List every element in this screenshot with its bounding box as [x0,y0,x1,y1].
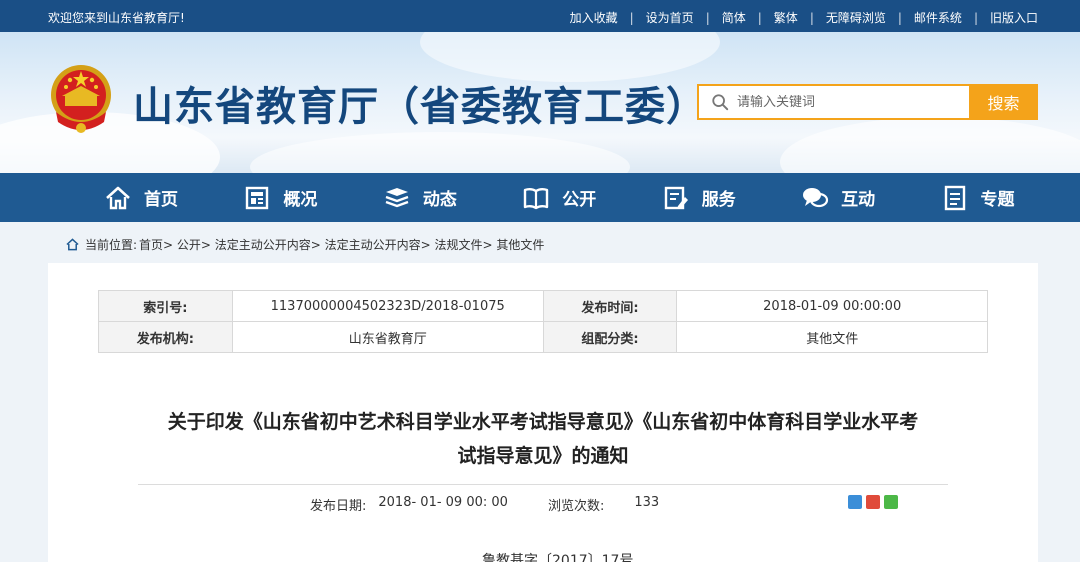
nav-label: 概况 [283,190,318,210]
search-icon [712,94,729,111]
nav-label: 专题 [980,190,1015,210]
nav-label: 动态 [422,190,457,210]
nav-item-overview[interactable]: 概况 [243,173,382,222]
search-button[interactable]: 搜索 [969,84,1038,120]
divider [138,484,948,485]
breadcrumb-prefix: 当前位置: [85,238,138,252]
document-number: 鲁教基字〔2017〕17号 [482,553,634,562]
nav-item-service[interactable]: 服务 [662,173,801,222]
nav-label: 互动 [841,190,876,210]
top-link-mail[interactable]: 邮件系统 [914,9,962,26]
publish-time-value: 2018-01-09 00:00:00 [676,290,988,322]
topic-icon [944,185,965,210]
document-title: 关于印发《山东省初中艺术科目学业水平考试指导意见》《山东省初中体育科目学业水平考… [118,405,968,473]
wechat-share-icon[interactable] [884,495,898,509]
top-link-accessibility[interactable]: 无障碍浏览 [826,9,886,26]
top-link-old-version[interactable]: 旧版入口 [990,9,1038,26]
news-icon [385,187,409,207]
weibo-share-icon[interactable] [866,495,880,509]
top-bar: 欢迎您来到山东省教育厅! 加入收藏 | 设为首页 | 简体 | 繁体 | 无障碍浏览 | … [0,0,1080,32]
nav-item-topics[interactable]: 专题 [941,173,1080,222]
top-links: 加入收藏 | 设为首页 | 简体 | 繁体 | 无障碍浏览 | 邮件系统 | 旧版入口 [569,9,1038,26]
site-title: 山东省教育厅（省委教育工委） [133,84,707,130]
top-link-favorite[interactable]: 加入收藏 [570,9,618,26]
search-bar: 搜索 [697,84,1038,120]
date-value: 2018- 01- 09 00: 00 [378,495,508,510]
top-link-simplified[interactable]: 简体 [722,9,746,26]
overview-icon [246,186,269,209]
qzone-share-icon[interactable] [848,495,862,509]
breadcrumb-path[interactable]: 首页> 公开> 法定主动公开内容> 法定主动公开内容> 法规文件> 其他文件 [139,236,544,253]
views-label: 浏览次数: [547,499,605,514]
search-input[interactable] [737,94,957,110]
search-box [697,84,969,120]
header-banner: 山东省教育厅（省委教育工委） 搜索 [0,32,1080,173]
publish-time-label: 发布时间: [542,290,678,322]
home-icon [106,186,130,209]
date-label: 发布日期: [310,499,367,514]
top-link-homepage[interactable]: 设为首页 [646,9,694,26]
welcome-text: 欢迎您来到山东省教育厅! [48,11,185,25]
index-label: 索引号: [98,290,233,322]
nav-item-public[interactable]: 公开 [522,173,661,222]
nav-label: 首页 [144,190,178,210]
index-value: 11370000004502323D/2018-01075 [231,290,544,322]
category-label: 组配分类: [542,321,678,353]
category-value: 其他文件 [676,321,988,353]
org-value: 山东省教育厅 [231,321,544,353]
service-icon [664,186,688,209]
cloud-decoration [250,132,630,173]
document-stats: 发布日期: 2018- 01- 09 00: 00 浏览次数: 133 [310,495,659,514]
breadcrumb: 当前位置: 首页> 公开> 法定主动公开内容> 法定主动公开内容> 法规文件> … [66,236,544,253]
chat-icon [803,187,829,207]
book-icon [524,187,549,209]
org-label: 发布机构: [98,321,233,353]
nav-label: 服务 [701,190,736,210]
national-emblem-icon [51,65,111,133]
top-link-traditional[interactable]: 繁体 [774,9,798,26]
nav-item-news[interactable]: 动态 [383,173,522,222]
share-buttons [848,495,902,509]
nav-item-interaction[interactable]: 互动 [801,173,940,222]
content-panel: 索引号: 11370000004502323D/2018-01075 发布时间:… [48,263,1038,562]
table-row: 发布机构: 山东省教育厅 组配分类: 其他文件 [98,321,988,353]
cloud-decoration [780,117,1080,173]
views-value: 133 [634,495,660,510]
main-nav: 首页 概况 动态 公开 服务 互动 专题 [0,173,1080,222]
document-title-line: 试指导意见》的通知 [457,445,629,467]
nav-item-home[interactable]: 首页 [104,173,243,222]
home-icon [66,238,79,251]
document-meta-table: 索引号: 11370000004502323D/2018-01075 发布时间:… [98,290,988,353]
table-row: 索引号: 11370000004502323D/2018-01075 发布时间:… [98,290,988,322]
document-title-line: 关于印发《山东省初中艺术科目学业水平考试指导意见》《山东省初中体育科目学业水平考 [167,411,919,433]
nav-label: 公开 [562,190,597,210]
